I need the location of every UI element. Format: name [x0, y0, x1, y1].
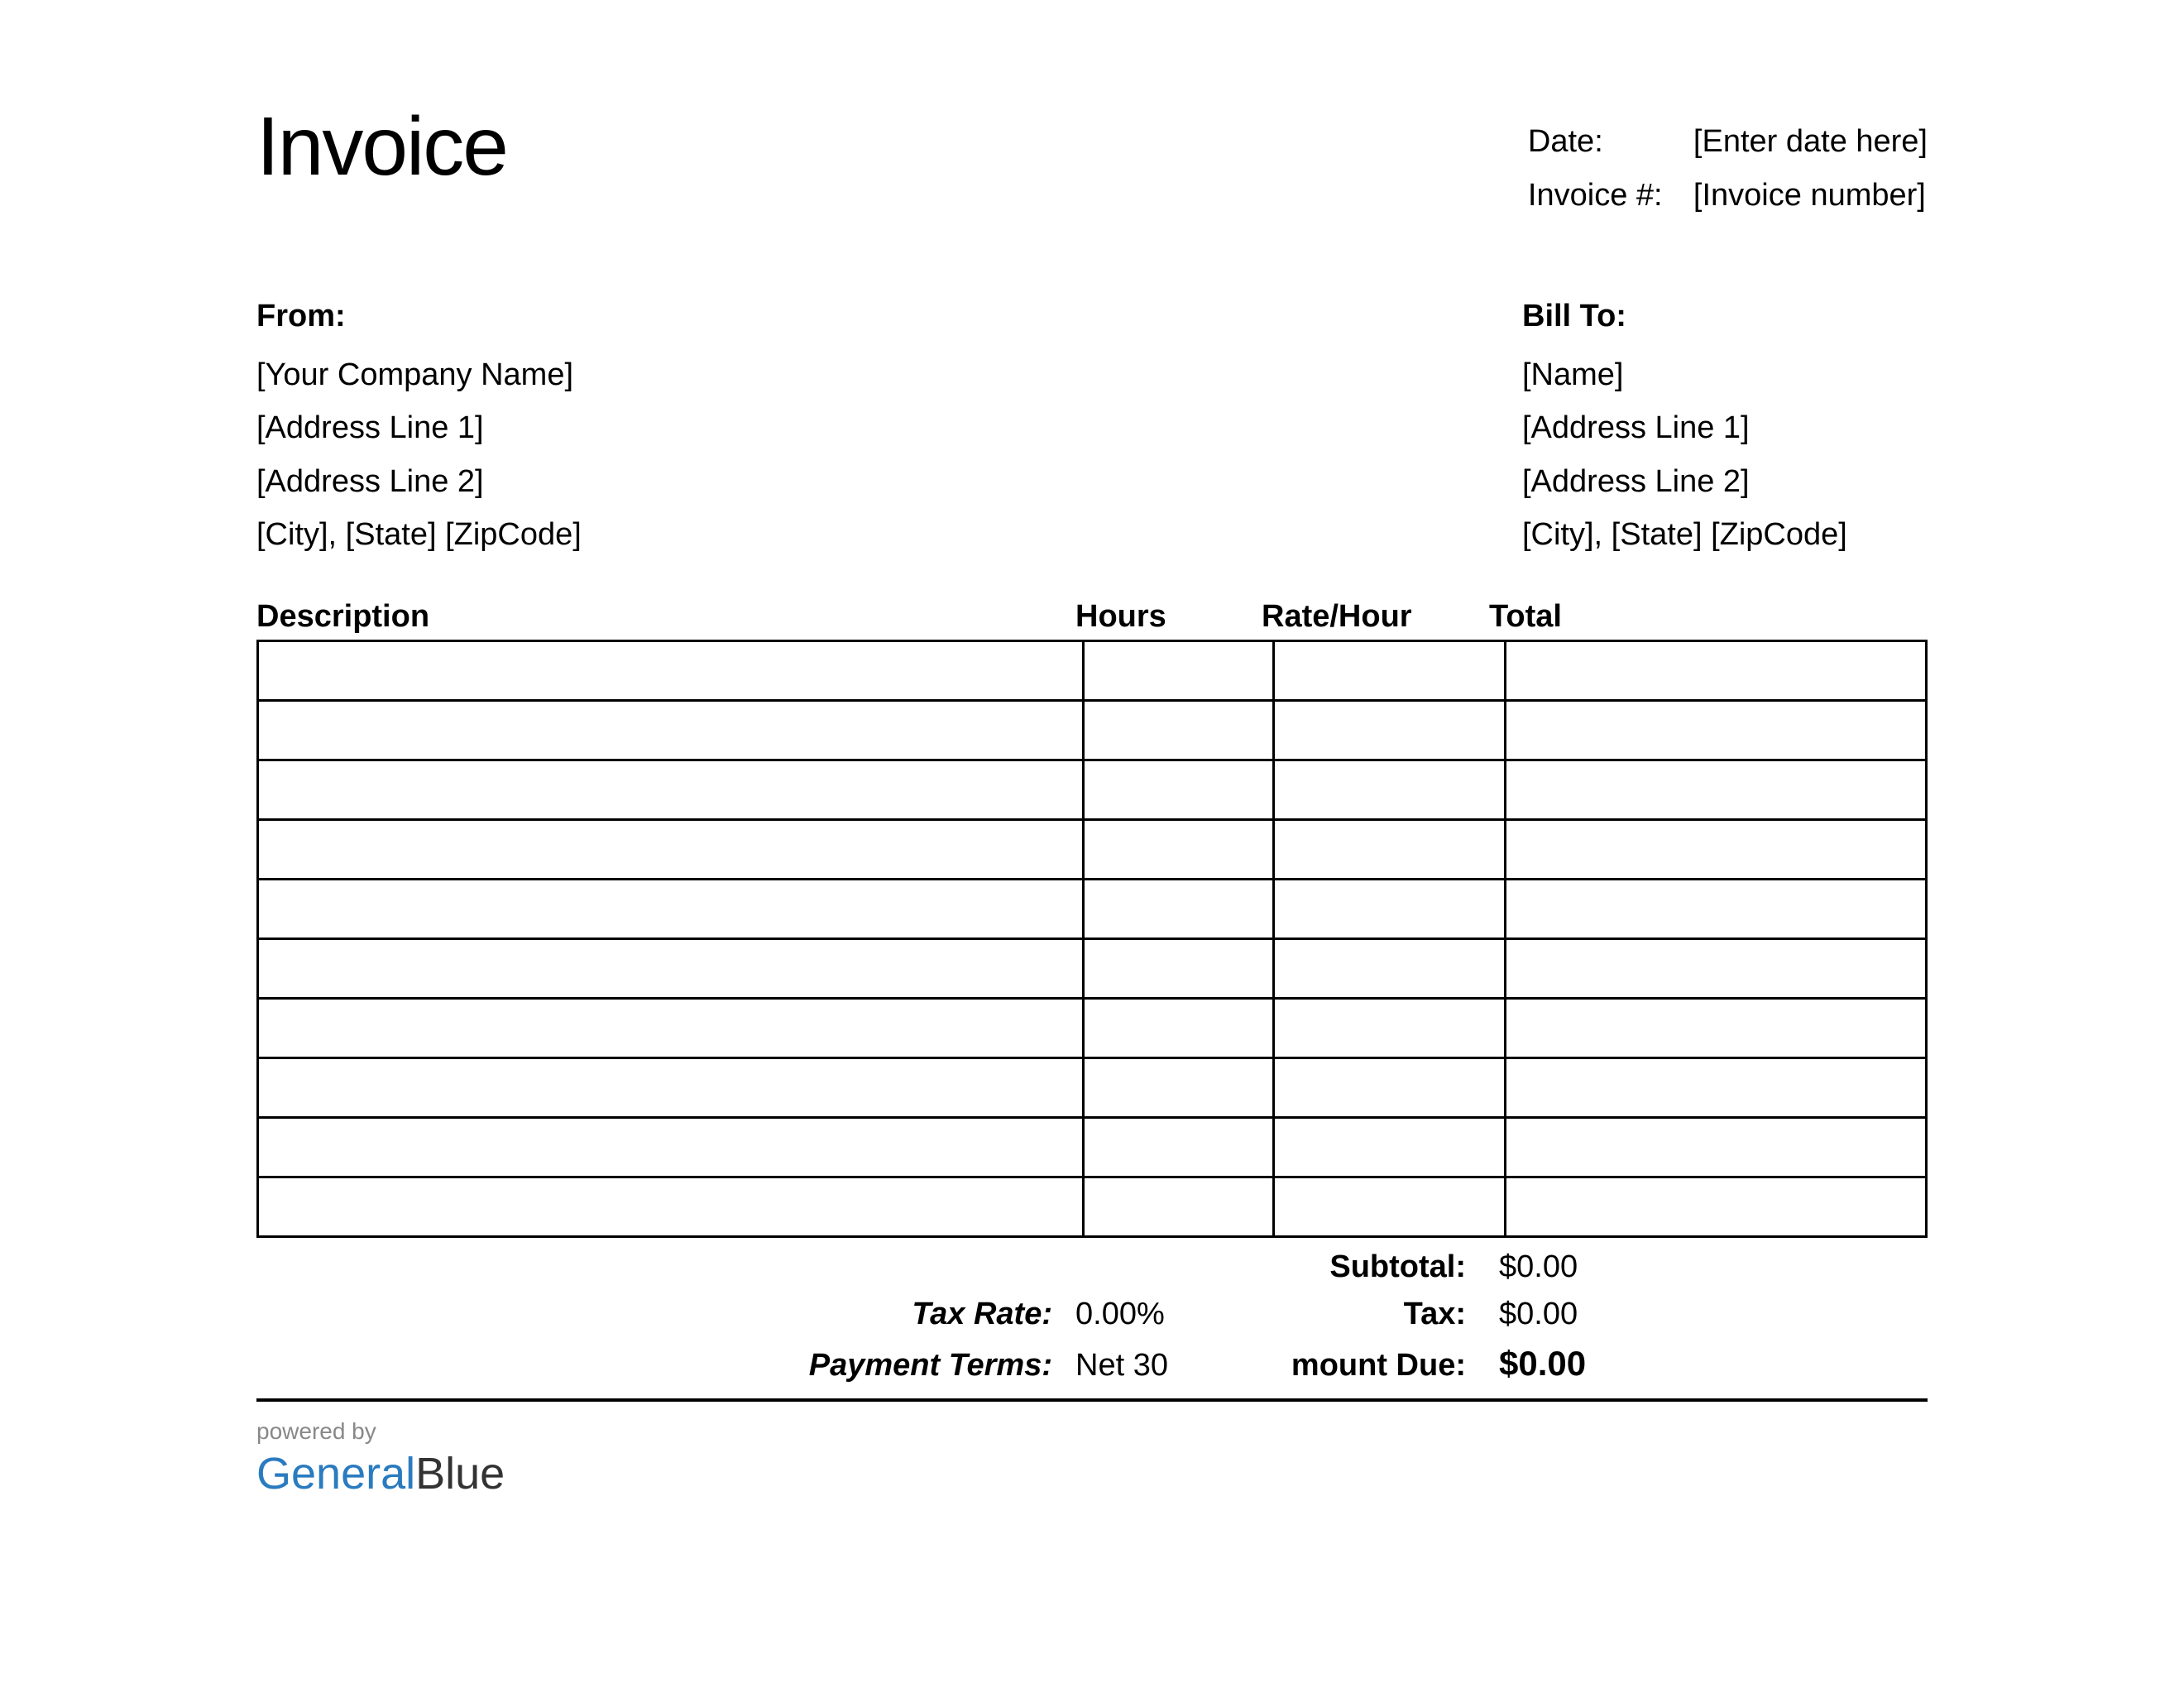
footer-divider: [256, 1398, 1928, 1402]
table-row: [258, 1117, 1927, 1177]
footer: powered by GeneralBlue: [256, 1418, 1928, 1499]
from-block: From: [Your Company Name] [Address Line …: [256, 290, 582, 562]
cell-rate[interactable]: [1273, 760, 1505, 819]
cell-rate[interactable]: [1273, 879, 1505, 938]
brand-general: General: [256, 1449, 415, 1499]
cell-hours[interactable]: [1084, 640, 1273, 700]
cell-hours[interactable]: [1084, 938, 1273, 998]
amount-due-value: $0.00: [1481, 1344, 1894, 1383]
tax-rate-value[interactable]: 0.00%: [1067, 1297, 1253, 1332]
bill-to-heading: Bill To:: [1522, 290, 1928, 343]
cell-rate[interactable]: [1273, 1117, 1505, 1177]
cell-rate[interactable]: [1273, 938, 1505, 998]
cell-description[interactable]: [258, 700, 1084, 760]
tax-label: Tax:: [1253, 1297, 1481, 1332]
cell-rate[interactable]: [1273, 640, 1505, 700]
date-label: Date:: [1528, 124, 1693, 160]
cell-hours[interactable]: [1084, 879, 1273, 938]
powered-by-text: powered by: [256, 1418, 1928, 1445]
invoice-title: Invoice: [256, 99, 507, 194]
bill-to-block: Bill To: [Name] [Address Line 1] [Addres…: [1522, 290, 1928, 562]
cell-description[interactable]: [258, 879, 1084, 938]
cell-rate[interactable]: [1273, 1177, 1505, 1236]
table-row: [258, 1177, 1927, 1236]
cell-hours[interactable]: [1084, 1177, 1273, 1236]
bill-to-address-1[interactable]: [Address Line 1]: [1522, 401, 1928, 455]
invoice-number-value[interactable]: [Invoice number]: [1693, 178, 1926, 213]
from-heading: From:: [256, 290, 582, 343]
cell-total[interactable]: [1505, 1117, 1926, 1177]
cell-total[interactable]: [1505, 998, 1926, 1057]
subtotal-label: Subtotal:: [1253, 1249, 1481, 1285]
cell-rate[interactable]: [1273, 819, 1505, 879]
cell-total[interactable]: [1505, 700, 1926, 760]
summary-block: Subtotal: $0.00 Tax Rate: 0.00% Tax: $0.…: [256, 1249, 1928, 1383]
date-value[interactable]: [Enter date here]: [1693, 124, 1928, 160]
table-row: [258, 640, 1927, 700]
cell-description[interactable]: [258, 938, 1084, 998]
cell-total[interactable]: [1505, 938, 1926, 998]
cell-total[interactable]: [1505, 640, 1926, 700]
table-row: [258, 1057, 1927, 1117]
from-company[interactable]: [Your Company Name]: [256, 348, 582, 402]
invoice-meta: Date: [Enter date here] Invoice #: [Invo…: [1528, 99, 1928, 232]
cell-total[interactable]: [1505, 1177, 1926, 1236]
column-total: Total: [1481, 599, 1894, 635]
column-headers: Description Hours Rate/Hour Total: [256, 599, 1928, 635]
tax-value: $0.00: [1481, 1297, 1894, 1332]
cell-rate[interactable]: [1273, 1057, 1505, 1117]
from-city-state-zip[interactable]: [City], [State] [ZipCode]: [256, 508, 582, 562]
table-row: [258, 819, 1927, 879]
cell-total[interactable]: [1505, 760, 1926, 819]
cell-description[interactable]: [258, 819, 1084, 879]
invoice-number-label: Invoice #:: [1528, 178, 1693, 213]
column-hours: Hours: [1067, 599, 1253, 635]
bill-to-name[interactable]: [Name]: [1522, 348, 1928, 402]
column-description: Description: [256, 599, 1067, 635]
from-address-1[interactable]: [Address Line 1]: [256, 401, 582, 455]
table-row: [258, 760, 1927, 819]
table-row: [258, 998, 1927, 1057]
cell-description[interactable]: [258, 760, 1084, 819]
cell-hours[interactable]: [1084, 1117, 1273, 1177]
cell-rate[interactable]: [1273, 998, 1505, 1057]
cell-hours[interactable]: [1084, 1057, 1273, 1117]
table-row: [258, 938, 1927, 998]
tax-rate-label: Tax Rate:: [256, 1297, 1067, 1332]
cell-hours[interactable]: [1084, 700, 1273, 760]
cell-hours[interactable]: [1084, 760, 1273, 819]
subtotal-value: $0.00: [1481, 1249, 1894, 1285]
payment-terms-value[interactable]: Net 30: [1067, 1348, 1253, 1383]
cell-total[interactable]: [1505, 819, 1926, 879]
from-address-2[interactable]: [Address Line 2]: [256, 455, 582, 509]
column-rate: Rate/Hour: [1253, 599, 1481, 635]
brand-logo: GeneralBlue: [256, 1448, 1928, 1499]
cell-description[interactable]: [258, 640, 1084, 700]
bill-to-city-state-zip[interactable]: [City], [State] [ZipCode]: [1522, 508, 1928, 562]
cell-description[interactable]: [258, 1177, 1084, 1236]
cell-total[interactable]: [1505, 1057, 1926, 1117]
bill-to-address-2[interactable]: [Address Line 2]: [1522, 455, 1928, 509]
payment-terms-label: Payment Terms:: [256, 1348, 1067, 1383]
cell-hours[interactable]: [1084, 819, 1273, 879]
cell-rate[interactable]: [1273, 700, 1505, 760]
cell-hours[interactable]: [1084, 998, 1273, 1057]
table-row: [258, 700, 1927, 760]
cell-description[interactable]: [258, 1057, 1084, 1117]
cell-description[interactable]: [258, 998, 1084, 1057]
cell-total[interactable]: [1505, 879, 1926, 938]
cell-description[interactable]: [258, 1117, 1084, 1177]
table-row: [258, 879, 1927, 938]
line-items-table: [256, 640, 1928, 1238]
amount-due-label: mount Due:: [1253, 1348, 1481, 1383]
brand-blue: Blue: [415, 1449, 505, 1499]
